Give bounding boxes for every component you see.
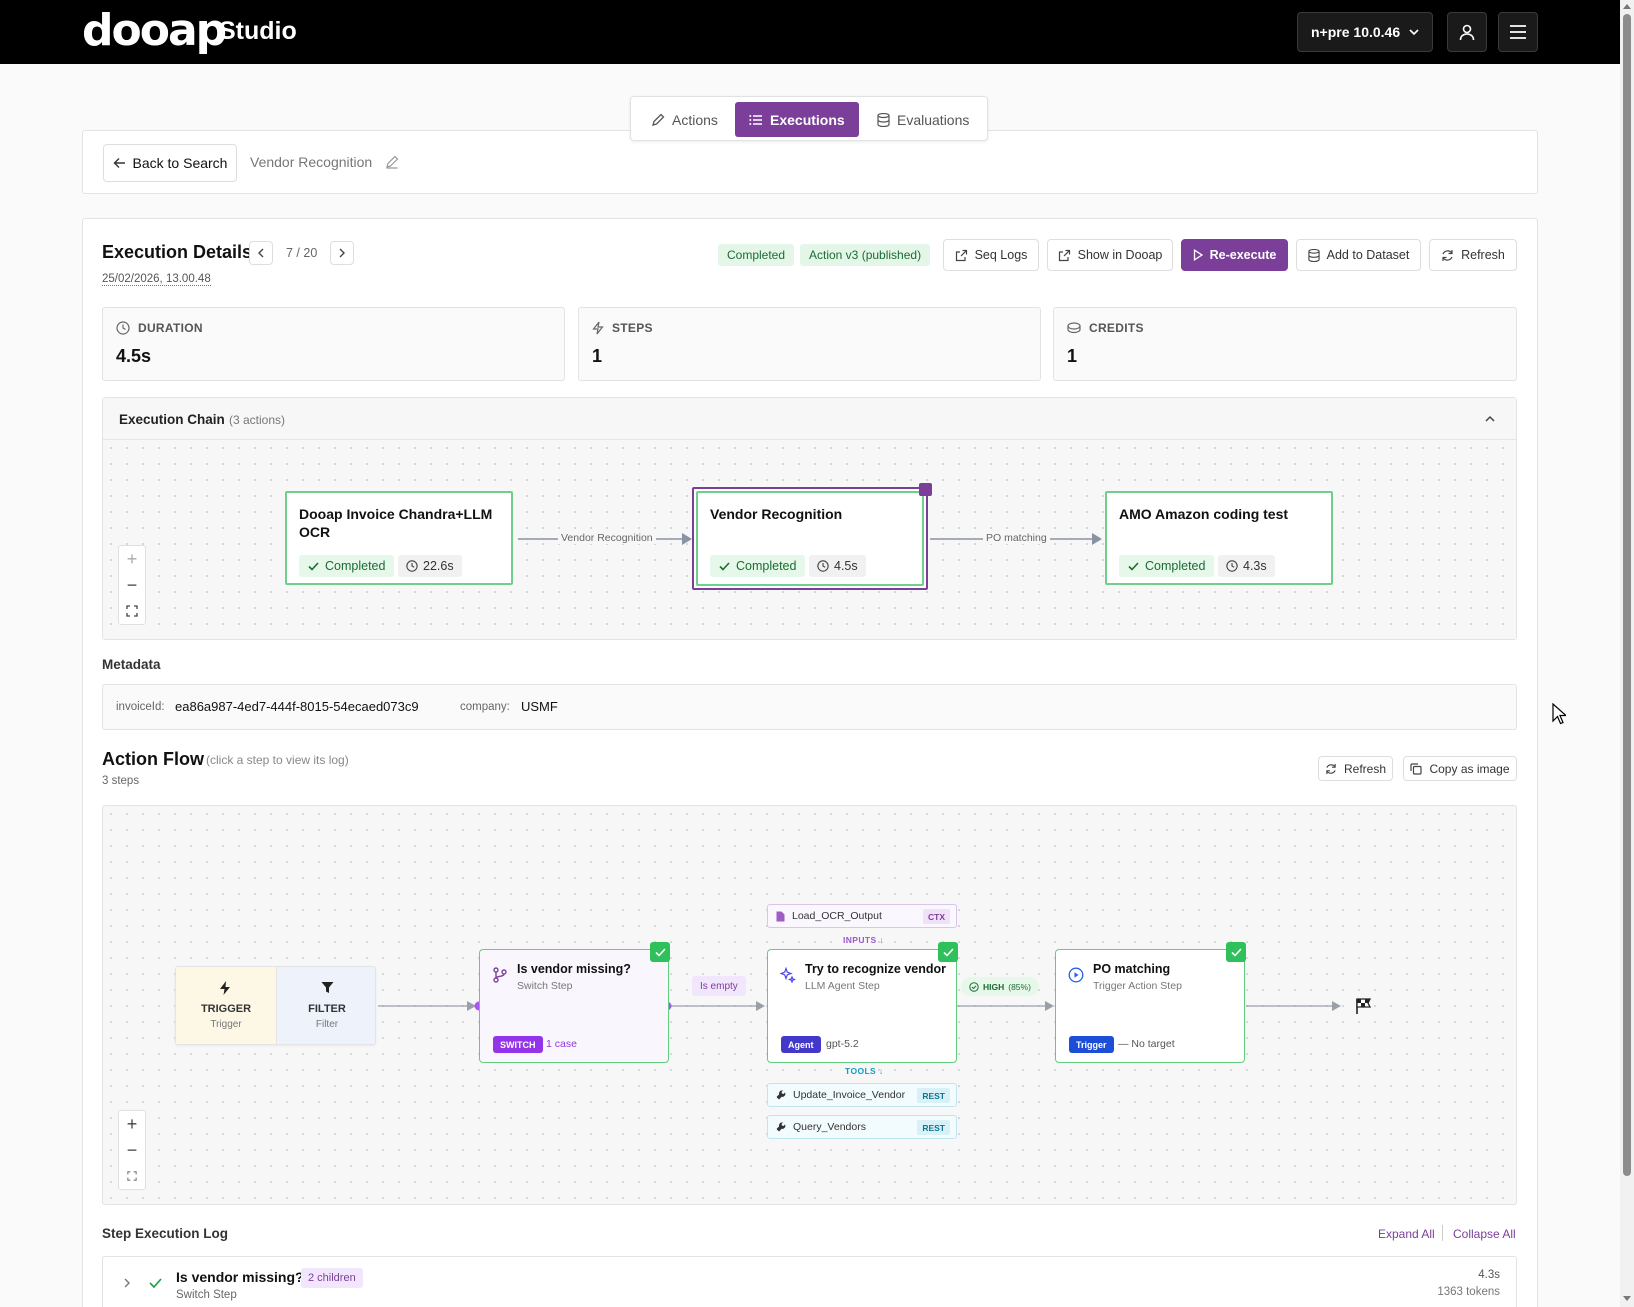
- finish-flag-icon: [1355, 997, 1373, 1015]
- wrench-icon: [776, 1090, 786, 1100]
- context-name: Load_OCR_Output: [792, 910, 882, 922]
- tab-actions[interactable]: Actions: [637, 102, 742, 137]
- mouse-cursor-icon: [1552, 703, 1566, 725]
- log-row-title: Is vendor missing?: [176, 1269, 304, 1285]
- check-circle-icon: [969, 981, 979, 992]
- flow-step-agent[interactable]: Try to recognize vendor LLM Agent Step A…: [767, 942, 958, 1063]
- confidence-pct: (85%): [1008, 981, 1031, 992]
- list-icon: [749, 114, 763, 126]
- check-icon: [1226, 942, 1246, 962]
- step-type-pill: SWITCH: [493, 1036, 543, 1053]
- filter-sub: Filter: [315, 1019, 339, 1030]
- tab-evaluations-label: Evaluations: [897, 111, 970, 128]
- check-icon: [650, 942, 670, 962]
- check-icon: [149, 1278, 162, 1288]
- tool-name: Update_Invoice_Vendor: [793, 1089, 906, 1101]
- log-row-tokens: 1363 tokens: [1437, 1286, 1500, 1298]
- flow-step-trigger-action[interactable]: PO matching Trigger Action Step Trigger …: [1055, 942, 1246, 1063]
- trigger-title: TRIGGER: [200, 1003, 252, 1015]
- trigger-block: TRIGGER Trigger: [176, 967, 276, 1044]
- link-divider: [1442, 1225, 1443, 1241]
- tool-chip[interactable]: Update_Invoice_Vendor REST: [767, 1083, 957, 1107]
- step-title: Try to recognize vendor: [805, 962, 947, 976]
- edge-condition-label: Is empty: [692, 976, 746, 996]
- inputs-label-text: INPUTS: [843, 935, 877, 945]
- filter-title: FILTER: [308, 1003, 346, 1015]
- expand-all-link[interactable]: Expand All: [1378, 1227, 1435, 1241]
- inputs-label: INPUTS ↓: [843, 935, 884, 945]
- main-tabs: Actions Executions Evaluations: [630, 96, 988, 141]
- database-icon: [877, 112, 890, 127]
- step-extra: gpt-5.2: [826, 1038, 859, 1050]
- tab-actions-label: Actions: [672, 111, 718, 128]
- flow-step-switch[interactable]: Is vendor missing? Switch Step SWITCH 1 …: [479, 942, 670, 1063]
- tools-label: TOOLS ↓: [845, 1066, 884, 1076]
- step-extra: 1 case: [546, 1038, 577, 1050]
- confidence-badge: HIGH (85%): [961, 977, 1039, 996]
- document-icon: [776, 911, 785, 922]
- tool-chip[interactable]: Query_Vendors REST: [767, 1115, 957, 1139]
- step-type-pill: Trigger: [1069, 1036, 1114, 1053]
- trigger-sub: Trigger: [210, 1019, 242, 1030]
- wrench-icon: [776, 1122, 786, 1132]
- step-title: Is vendor missing?: [517, 962, 631, 976]
- children-badge: 2 children: [301, 1268, 363, 1288]
- tab-evaluations[interactable]: Evaluations: [863, 102, 987, 137]
- step-subtitle: Switch Step: [517, 980, 573, 992]
- step-title: PO matching: [1093, 962, 1171, 976]
- tool-tag: REST: [917, 1088, 950, 1103]
- context-chip[interactable]: Load_OCR_Output CTX: [767, 904, 957, 928]
- branch-icon: [492, 967, 508, 983]
- play-circle-icon: [1068, 967, 1084, 983]
- chevron-right-icon[interactable]: [123, 1278, 131, 1288]
- flow-edges: [378, 1001, 1341, 1011]
- step-log-title: Step Execution Log: [102, 1226, 229, 1241]
- log-row-time: 4.3s: [1478, 1269, 1500, 1281]
- log-row[interactable]: Is vendor missing? 2 children Switch Ste…: [102, 1256, 1517, 1307]
- step-extra: — No target: [1118, 1038, 1175, 1050]
- check-icon: [938, 942, 958, 962]
- tab-executions-label: Executions: [770, 111, 845, 128]
- confidence-level: HIGH: [983, 981, 1005, 992]
- fit-view-button[interactable]: [119, 1163, 145, 1189]
- sparkles-icon: [780, 967, 796, 983]
- context-tag: CTX: [923, 909, 950, 924]
- zoom-in-button[interactable]: +: [119, 1111, 145, 1137]
- tab-executions[interactable]: Executions: [735, 102, 859, 137]
- collapse-all-link[interactable]: Collapse All: [1453, 1227, 1516, 1241]
- step-type-pill: Agent: [781, 1036, 821, 1053]
- filter-block: FILTER Filter: [276, 967, 375, 1044]
- tool-tag: REST: [917, 1120, 950, 1135]
- trigger-filter-node[interactable]: TRIGGER Trigger FILTER Filter: [175, 966, 376, 1045]
- step-subtitle: LLM Agent Step: [805, 980, 880, 992]
- tools-label-text: TOOLS: [845, 1066, 877, 1076]
- zoom-out-button[interactable]: −: [119, 1137, 145, 1163]
- pencil-icon: [651, 113, 665, 127]
- log-row-subtitle: Switch Step: [176, 1289, 237, 1301]
- filter-icon: [321, 981, 334, 994]
- tool-name: Query_Vendors: [793, 1121, 866, 1133]
- step-subtitle: Trigger Action Step: [1093, 980, 1182, 992]
- flow-zoom-controls: + −: [118, 1110, 146, 1190]
- lightning-icon: [219, 981, 231, 995]
